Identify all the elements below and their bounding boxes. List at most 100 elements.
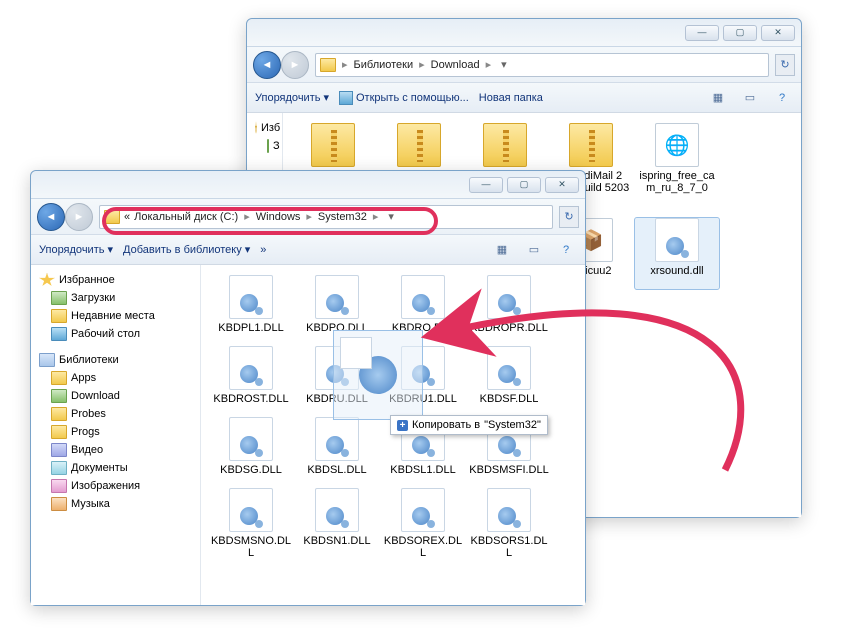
breadcrumb-windows[interactable]: Windows [256, 211, 301, 223]
drag-tooltip-dest: "System32" [484, 419, 541, 431]
arrow-left-icon: ◄ [46, 211, 57, 223]
library-icon [51, 389, 67, 403]
chevron-down-icon: ▾ [107, 243, 113, 256]
address-dropdown-icon[interactable]: ▾ [497, 58, 511, 71]
nav-lib-item[interactable]: Документы [33, 459, 198, 477]
recent-icon [51, 309, 67, 323]
titlebar[interactable]: — ▢ ✕ [247, 19, 801, 47]
nav-recent[interactable]: Недавние места [33, 307, 198, 325]
file-item[interactable]: KBDPO.DLL [295, 275, 379, 334]
new-folder-button[interactable]: Новая папка [479, 92, 543, 104]
file-label: KBDSF.DLL [468, 393, 550, 405]
close-button[interactable]: ✕ [761, 25, 795, 41]
nav-lib-item[interactable]: Download [33, 387, 198, 405]
help-icon[interactable]: ? [555, 244, 577, 256]
nav-lib-item[interactable]: Apps [33, 369, 198, 387]
maximize-button[interactable]: ▢ [723, 25, 757, 41]
breadcrumb-download[interactable]: Download [431, 59, 480, 71]
file-label: xrsound.dll [636, 265, 718, 277]
library-icon [51, 371, 67, 385]
nav-back-button[interactable]: ◄ [37, 203, 65, 231]
minimize-button[interactable]: — [469, 177, 503, 193]
refresh-button[interactable]: ↻ [775, 54, 795, 76]
file-item[interactable]: KBDRO.DLL [381, 275, 465, 334]
nav-forward-button[interactable]: ► [281, 51, 309, 79]
maximize-button[interactable]: ▢ [507, 177, 541, 193]
file-list[interactable]: KBDPL1.DLLKBDPO.DLLKBDRO.DLLKBDROPR.DLL K… [201, 265, 585, 605]
file-label: KBDSMSNO.DLL [210, 535, 292, 559]
address-dropdown-icon[interactable]: ▾ [384, 210, 398, 223]
folder-icon [104, 210, 120, 224]
breadcrumb-libraries[interactable]: Библиотеки [354, 59, 414, 71]
dll-icon [401, 275, 445, 319]
nav-downloads[interactable]: Загрузки [33, 289, 198, 307]
view-mode-icon[interactable]: ▦ [491, 243, 513, 256]
file-item[interactable]: KBDSOREX.DLL [381, 488, 465, 559]
dll-icon [487, 488, 531, 532]
file-item[interactable]: KBDSF.DLL [467, 346, 551, 405]
file-item[interactable]: KBDSORS1.DLL [467, 488, 551, 559]
library-icon [51, 443, 67, 457]
breadcrumb-system32[interactable]: System32 [318, 211, 367, 223]
preview-pane-icon[interactable]: ▭ [523, 243, 545, 256]
breadcrumb-prefix: « [124, 211, 130, 223]
open-with-button[interactable]: Открыть с помощью... [339, 91, 469, 105]
file-item[interactable]: KBDSL.DLL [295, 417, 379, 476]
breadcrumb-sep: ▸ [371, 210, 381, 223]
nav-lib-item[interactable]: Probes [33, 405, 198, 423]
nav-forward-button[interactable]: ► [65, 203, 93, 231]
close-button[interactable]: ✕ [545, 177, 579, 193]
library-icon [51, 479, 67, 493]
nav-desktop[interactable]: Рабочий стол [33, 325, 198, 343]
organize-button[interactable]: Упорядочить ▾ [255, 91, 329, 104]
nav-back-button[interactable]: ◄ [253, 51, 281, 79]
nav-lib-item[interactable]: Изображения [33, 477, 198, 495]
arrow-right-icon: ► [74, 211, 85, 223]
file-label: KBDROPR.DLL [468, 322, 550, 334]
help-icon[interactable]: ? [771, 92, 793, 104]
refresh-button[interactable]: ↻ [559, 206, 579, 228]
add-to-library-button[interactable]: Добавить в библиотеку ▾ [123, 243, 250, 256]
library-icon [51, 461, 67, 475]
zipfolder-icon [483, 123, 527, 167]
file-item[interactable]: KBDROPR.DLL [467, 275, 551, 334]
downloads-icon [51, 291, 67, 305]
dll-icon [315, 417, 359, 461]
nav-lib-item[interactable]: Музыка [33, 495, 198, 513]
file-item[interactable]: KBDSMSNO.DLL [209, 488, 293, 559]
dll-icon [229, 275, 273, 319]
titlebar[interactable]: — ▢ ✕ [31, 171, 585, 199]
address-row: ◄ ► ▸ Библиотеки ▸ Download ▸ ▾ ↻ [247, 47, 801, 83]
overflow-button[interactable]: » [260, 244, 266, 256]
nav-downloads-label: Загрузки [71, 292, 115, 304]
nav-favorites[interactable]: Избранное [249, 119, 280, 137]
file-item[interactable]: 🌐ispring_free_cam_ru_8_7_0 [635, 123, 719, 206]
file-label: KBDSN1.DLL [296, 535, 378, 547]
organize-button[interactable]: Упорядочить ▾ [39, 243, 113, 256]
nav-lib-item[interactable]: Видео [33, 441, 198, 459]
nav-downloads[interactable]: Загрузки [249, 137, 280, 155]
address-bar[interactable]: « Локальный диск (C:) ▸ Windows ▸ System… [99, 205, 553, 229]
app-icon [339, 91, 353, 105]
address-bar[interactable]: ▸ Библиотеки ▸ Download ▸ ▾ [315, 53, 769, 77]
nav-lib-item[interactable]: Progs [33, 423, 198, 441]
dll-icon [315, 488, 359, 532]
address-row: ◄ ► « Локальный диск (C:) ▸ Windows ▸ Sy… [31, 199, 585, 235]
navigation-pane[interactable]: Избранное Загрузки Недавние места Рабочи… [31, 265, 201, 605]
file-item[interactable]: xrsound.dll [635, 218, 719, 289]
file-item[interactable]: KBDSN1.DLL [295, 488, 379, 559]
file-item[interactable]: KBDPL1.DLL [209, 275, 293, 334]
file-item[interactable]: KBDROST.DLL [209, 346, 293, 405]
preview-pane-icon[interactable]: ▭ [739, 91, 761, 104]
file-label: KBDSL1.DLL [382, 464, 464, 476]
nav-favorites[interactable]: Избранное [33, 271, 198, 289]
nav-libraries[interactable]: Библиотеки [33, 351, 198, 369]
breadcrumb-drive-c[interactable]: Локальный диск (C:) [134, 211, 238, 223]
view-mode-icon[interactable]: ▦ [707, 91, 729, 104]
minimize-button[interactable]: — [685, 25, 719, 41]
nav-favorites-label: Избранное [59, 274, 115, 286]
organize-label: Упорядочить [255, 92, 320, 104]
open-with-label: Открыть с помощью... [356, 92, 469, 104]
nav-lib-label: Download [71, 390, 120, 402]
file-item[interactable]: KBDSG.DLL [209, 417, 293, 476]
